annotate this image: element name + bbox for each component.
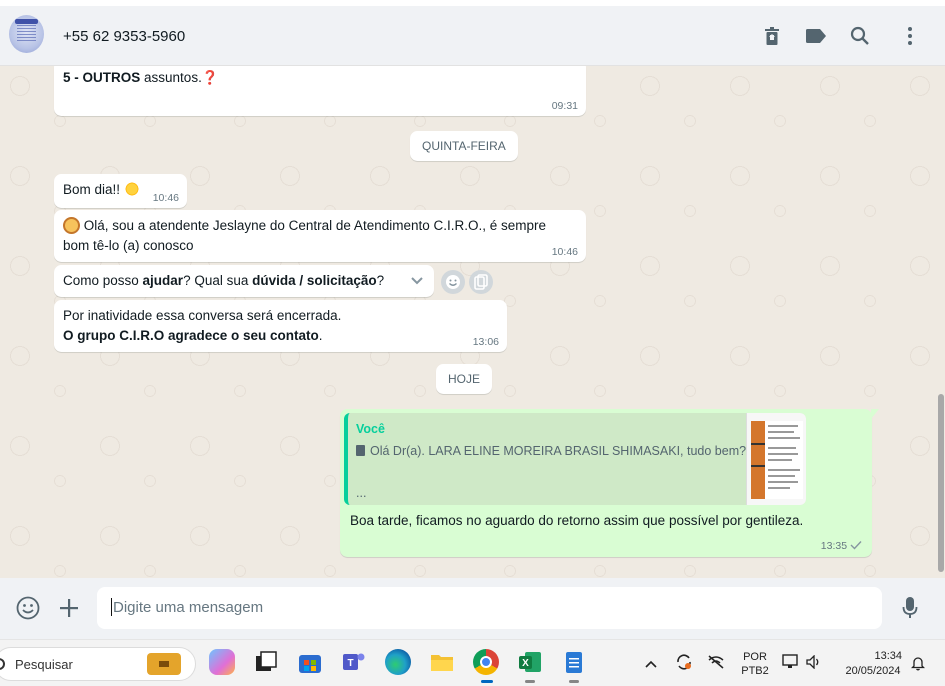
chat-scrollbar[interactable] [937,66,945,578]
message-input-placeholder: Digite uma mensagem [113,599,264,616]
message-bubble-out[interactable]: Você Olá Dr(a). LARA ELINE MOREIRA BRASI… [340,409,879,557]
trash-icon[interactable] [761,25,783,47]
message-line2-bold: O grupo C.I.R.O agradece o seu contato [63,328,319,343]
message-text-a: Como posso [63,273,143,288]
network-off-icon[interactable] [707,654,725,673]
chat-header: +55 62 9353-5960 [0,6,945,66]
chevron-up-icon[interactable] [645,656,657,671]
app-indicator [525,680,535,683]
message-text: Boa tarde, ficamos no aguardo do retorno… [350,513,804,528]
forward-icon[interactable] [469,270,493,294]
language-indicator[interactable]: POR PTB2 [740,650,770,678]
copilot-icon[interactable] [209,649,235,675]
message-line1: Por inatividade essa conversa será encer… [63,308,342,323]
message-time: 09:31 [551,100,578,112]
svg-text:X: X [522,658,529,669]
message-bubble[interactable]: Como posso ajudar? Qual sua dúvida / sol… [54,265,434,297]
edge-icon[interactable] [385,649,411,675]
taskbar-search-label: Pesquisar [15,657,73,672]
chat-area[interactable]: 5 - OUTROS assuntos.❓ 09:31 QUINTA-FEIRA… [0,66,945,578]
contact-name[interactable]: +55 62 9353-5960 [63,28,185,45]
avatar[interactable] [9,15,44,53]
document-thumbnail[interactable] [746,413,806,505]
document-icon [356,445,365,456]
label-icon[interactable] [805,25,827,47]
menu-dots-icon[interactable] [899,25,921,47]
message-time: 13:35 [821,539,862,553]
plus-icon[interactable] [56,595,82,621]
message-bubble[interactable]: Por inatividade essa conversa será encer… [54,300,507,352]
search-icon [0,658,5,670]
composer: Digite uma mensagem [0,578,945,639]
task-view-icon[interactable] [253,649,279,675]
teams-icon[interactable]: T [341,649,367,675]
message-bubble[interactable]: Olá, sou a atendente Jeslayne do Central… [54,210,586,262]
message-text: assuntos. [140,70,202,85]
message-bubble[interactable]: Bom dia!! 10:46 [54,174,187,208]
file-explorer-icon[interactable] [429,649,455,675]
message-line2: bom tê-lo (a) conosco [63,238,194,253]
message-text-b: ajudar [142,273,184,288]
notepad-icon[interactable] [561,649,587,675]
sun-emoji [123,181,140,197]
day-separator: HOJE [436,364,493,394]
quote-ellipsis: ... [356,486,367,500]
message-bold: OUTROS [82,70,141,85]
message-line1: Olá, sou a atendente Jeslayne do Central… [80,218,547,233]
woman-emoji [63,217,80,234]
message-text-e: ? [376,273,385,288]
message-bubble[interactable]: 5 - OUTROS assuntos.❓ 09:31 [54,66,586,116]
svg-text:T: T [347,658,353,669]
quote-author: Você [356,422,385,436]
sync-icon[interactable] [675,653,693,674]
message-time: 13:06 [472,336,499,348]
chrome-icon[interactable] [473,649,499,675]
windows-taskbar: Pesquisar T X POR PTB2 13:34 20/05/2024 [0,639,945,686]
search-icon[interactable] [849,25,871,47]
question-emoji: ❓ [201,70,219,85]
message-text-c: ? Qual sua [183,273,253,288]
taskbar-clock[interactable]: 13:34 20/05/2024 [838,649,908,679]
active-app-indicator [481,680,493,683]
emoji-icon[interactable] [15,595,41,621]
chevron-down-icon[interactable] [406,273,428,289]
store-icon[interactable] [297,649,323,675]
briefcase-icon [147,653,181,675]
emoji-react-icon[interactable] [441,270,465,294]
quoted-message[interactable]: Você Olá Dr(a). LARA ELINE MOREIRA BRASI… [344,413,806,505]
message-input[interactable]: Digite uma mensagem [97,587,882,629]
message-text-d: dúvida / solicitação [252,273,377,288]
app-indicator [569,680,579,683]
bubble-tail [871,409,879,419]
notification-bell-icon[interactable] [910,655,926,674]
display-icon[interactable] [782,654,800,673]
taskbar-search[interactable]: Pesquisar [0,647,196,681]
volume-icon[interactable] [806,654,822,672]
read-check-icon [850,541,862,550]
microphone-icon[interactable] [897,595,923,621]
message-text: Bom dia!! [63,182,124,197]
day-separator: QUINTA-FEIRA [410,131,518,161]
message-time: 10:46 [551,246,578,258]
message-line2-end: . [318,328,323,343]
message-time: 10:46 [152,192,179,204]
excel-icon[interactable]: X [517,649,543,675]
message-prefix: 5 - [63,70,83,85]
quote-text: Olá Dr(a). LARA ELINE MOREIRA BRASIL SHI… [356,441,746,461]
